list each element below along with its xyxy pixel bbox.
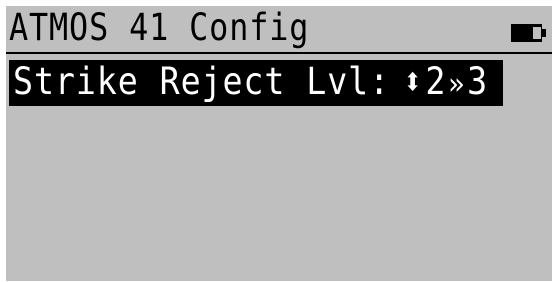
menu-item-label: Strike Reject Lvl: — [13, 59, 391, 103]
battery-tip — [542, 29, 546, 37]
new-value[interactable]: 3 — [467, 60, 488, 103]
current-value: 2 — [425, 59, 447, 103]
up-down-arrows-icon: ⬍ — [402, 59, 424, 103]
title-bar: ATMOS 41 Config — [6, 6, 552, 54]
double-chevron-right-icon: » — [448, 66, 466, 102]
battery-icon — [511, 24, 546, 42]
lcd-screen: ATMOS 41 Config Strike Reject Lvl: ⬍2»3 — [6, 6, 552, 281]
page-title: ATMOS 41 Config — [9, 6, 310, 49]
menu-item-strike-reject-level[interactable]: Strike Reject Lvl: ⬍2»3 — [9, 60, 503, 106]
battery-empty-segment — [533, 27, 541, 39]
